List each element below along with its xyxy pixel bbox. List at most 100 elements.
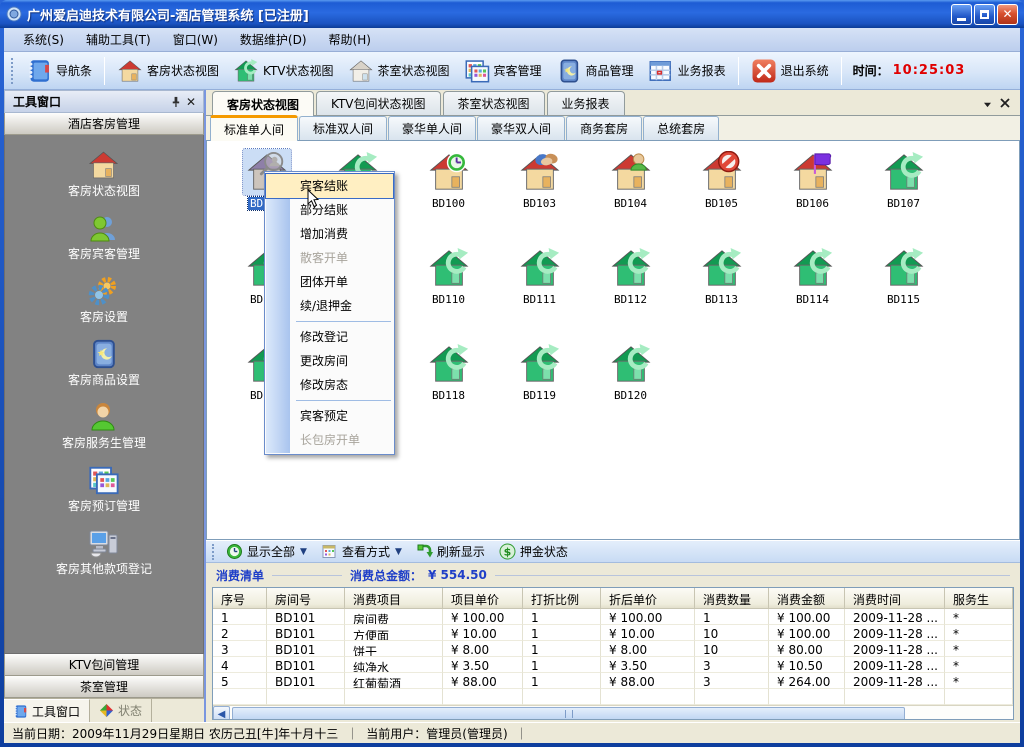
action-button[interactable]: 刷新显示: [409, 542, 492, 561]
toolbar-button[interactable]: KTV状态视图: [226, 55, 340, 87]
sidebar-section-hotel-rooms[interactable]: 酒店客房管理: [4, 113, 204, 135]
room-BD115[interactable]: BD115: [858, 245, 949, 341]
action-button[interactable]: 显示全部▼: [219, 542, 314, 561]
table-cell: BD101: [267, 673, 345, 689]
sidebar-item[interactable]: 客房预订管理: [68, 464, 140, 514]
table-header-cell[interactable]: 消费数量: [695, 588, 769, 608]
room-status-vacant-icon: [880, 149, 928, 195]
table-row[interactable]: 4BD101纯净水¥ 3.501¥ 3.503¥ 10.502009-11-28…: [213, 657, 1013, 673]
document-tab[interactable]: 客房状态视图: [212, 91, 314, 116]
table-header-cell[interactable]: 房间号: [267, 588, 345, 608]
sidebar-close-icon[interactable]: ✕: [183, 94, 199, 110]
room-BD119[interactable]: BD119: [494, 341, 585, 437]
table-cell: 2009-11-28 ...: [845, 609, 945, 625]
room-BD107[interactable]: BD107: [858, 149, 949, 245]
table-row[interactable]: 1BD101房间费¥ 100.001¥ 100.001¥ 100.002009-…: [213, 609, 1013, 625]
menu-item[interactable]: 辅助工具(T): [75, 29, 162, 50]
table-row[interactable]: [213, 689, 1013, 705]
context-menu-item[interactable]: 长包房开单: [266, 428, 393, 452]
table-cell: 1: [523, 657, 601, 673]
table-header-cell[interactable]: 消费金额: [769, 588, 845, 608]
sidebar-section-tearoom[interactable]: 茶室管理: [4, 676, 204, 698]
menu-item[interactable]: 数据维护(D): [229, 29, 318, 50]
context-menu-item[interactable]: 团体开单: [266, 270, 393, 294]
room-BD104[interactable]: BD104: [585, 149, 676, 245]
table-header-cell[interactable]: 打折比例: [523, 588, 601, 608]
room-type-tab[interactable]: 商务套房: [566, 116, 642, 140]
context-menu-item[interactable]: 更改房间: [266, 349, 393, 373]
sidebar-item[interactable]: 客房其他款项登记: [56, 527, 152, 577]
context-menu-item[interactable]: 散客开单: [266, 246, 393, 270]
room-BD113[interactable]: BD113: [676, 245, 767, 341]
document-tab[interactable]: 茶室状态视图: [443, 91, 545, 115]
context-menu-item[interactable]: 部分结账: [266, 198, 393, 222]
menu-item[interactable]: 系统(S): [12, 29, 75, 50]
room-BD112[interactable]: BD112: [585, 245, 676, 341]
room-BD100[interactable]: BD100: [403, 149, 494, 245]
context-menu-item[interactable]: 续/退押金: [266, 294, 393, 318]
room-BD110[interactable]: BD110: [403, 245, 494, 341]
guests-icon: [87, 212, 120, 244]
toolbar-button[interactable]: 茶室状态视图: [341, 55, 457, 87]
action-button[interactable]: 查看方式▼: [314, 542, 409, 561]
table-cell: 2009-11-28 ...: [845, 657, 945, 673]
toolbar-button[interactable]: 客房状态视图: [110, 55, 226, 87]
sidebar-bottom-tab-label: 状态: [118, 702, 142, 719]
sidebar-bottom-tab[interactable]: 状态: [90, 699, 152, 722]
table-header-cell[interactable]: 项目单价: [443, 588, 523, 608]
maximize-button[interactable]: [974, 4, 995, 25]
room-type-tab[interactable]: 标准单人间: [210, 115, 298, 141]
chevron-down-icon[interactable]: [983, 98, 992, 111]
room-BD111[interactable]: BD111: [494, 245, 585, 341]
menu-item[interactable]: 窗口(W): [162, 29, 229, 50]
sidebar-bottom-tab[interactable]: 工具窗口: [4, 699, 90, 722]
table-row[interactable]: 2BD101方便面¥ 10.001¥ 10.0010¥ 100.002009-1…: [213, 625, 1013, 641]
room-BD120[interactable]: BD120: [585, 341, 676, 437]
sidebar-item[interactable]: 客房状态视图: [68, 149, 140, 199]
table-cell: [1013, 625, 1014, 641]
room-type-tab[interactable]: 豪华单人间: [388, 116, 476, 140]
toolbar-button[interactable]: 商品管理: [549, 55, 641, 87]
sidebar-item[interactable]: 客房服务生管理: [62, 401, 146, 451]
room-BD114[interactable]: BD114: [767, 245, 858, 341]
sidebar-item[interactable]: 客房宾客管理: [68, 212, 140, 262]
toolbar-button[interactable]: 退出系统: [744, 55, 836, 87]
action-button[interactable]: $押金状态: [492, 542, 575, 561]
room-type-tab[interactable]: 标准双人间: [299, 116, 387, 140]
table-header-cell[interactable]: 消费项目: [345, 588, 443, 608]
toolbar-button[interactable]: 导航条: [19, 55, 99, 87]
context-menu-item[interactable]: 宾客预定: [266, 404, 393, 428]
sidebar-item[interactable]: 客房商品设置: [68, 338, 140, 388]
scrollbar-track[interactable]: [230, 706, 1013, 720]
sidebar-item[interactable]: 客房设置: [80, 275, 128, 325]
document-tab[interactable]: 业务报表: [547, 91, 625, 115]
context-menu-item[interactable]: 宾客结账: [266, 174, 393, 198]
table-header-cell[interactable]: 折后单价: [601, 588, 695, 608]
close-button[interactable]: ✕: [997, 4, 1018, 25]
scrollbar-thumb[interactable]: [232, 707, 905, 720]
room-BD106[interactable]: BD106: [767, 149, 858, 245]
toolbar-button[interactable]: 业务报表: [641, 55, 733, 87]
table-cell: *: [945, 641, 1013, 657]
context-menu-item[interactable]: 修改房态: [266, 373, 393, 397]
room-type-tab[interactable]: 豪华双人间: [477, 116, 565, 140]
table-header-cell[interactable]: 消费时间: [845, 588, 945, 608]
document-tab[interactable]: KTV包间状态视图: [316, 91, 440, 115]
table-row[interactable]: 5BD101红葡萄酒¥ 88.001¥ 88.003¥ 264.002009-1…: [213, 673, 1013, 689]
sidebar-section-ktv[interactable]: KTV包间管理: [4, 654, 204, 676]
minimize-button[interactable]: [951, 4, 972, 25]
context-menu-item[interactable]: 修改登记: [266, 325, 393, 349]
table-header-cell[interactable]: 序号: [213, 588, 267, 608]
pin-icon[interactable]: [167, 94, 183, 110]
menu-item[interactable]: 帮助(H): [318, 29, 382, 50]
toolbar-button[interactable]: 宾客管理: [457, 55, 549, 87]
room-BD118[interactable]: BD118: [403, 341, 494, 437]
room-BD103[interactable]: BD103: [494, 149, 585, 245]
room-type-tab[interactable]: 总统套房: [643, 116, 719, 140]
scroll-left-button[interactable]: ◀: [213, 706, 230, 720]
context-menu-item[interactable]: 增加消费: [266, 222, 393, 246]
close-icon[interactable]: [1000, 98, 1010, 111]
room-BD105[interactable]: BD105: [676, 149, 767, 245]
table-header-cell[interactable]: 服务生: [945, 588, 1013, 608]
table-row[interactable]: 3BD101饼干¥ 8.001¥ 8.0010¥ 80.002009-11-28…: [213, 641, 1013, 657]
